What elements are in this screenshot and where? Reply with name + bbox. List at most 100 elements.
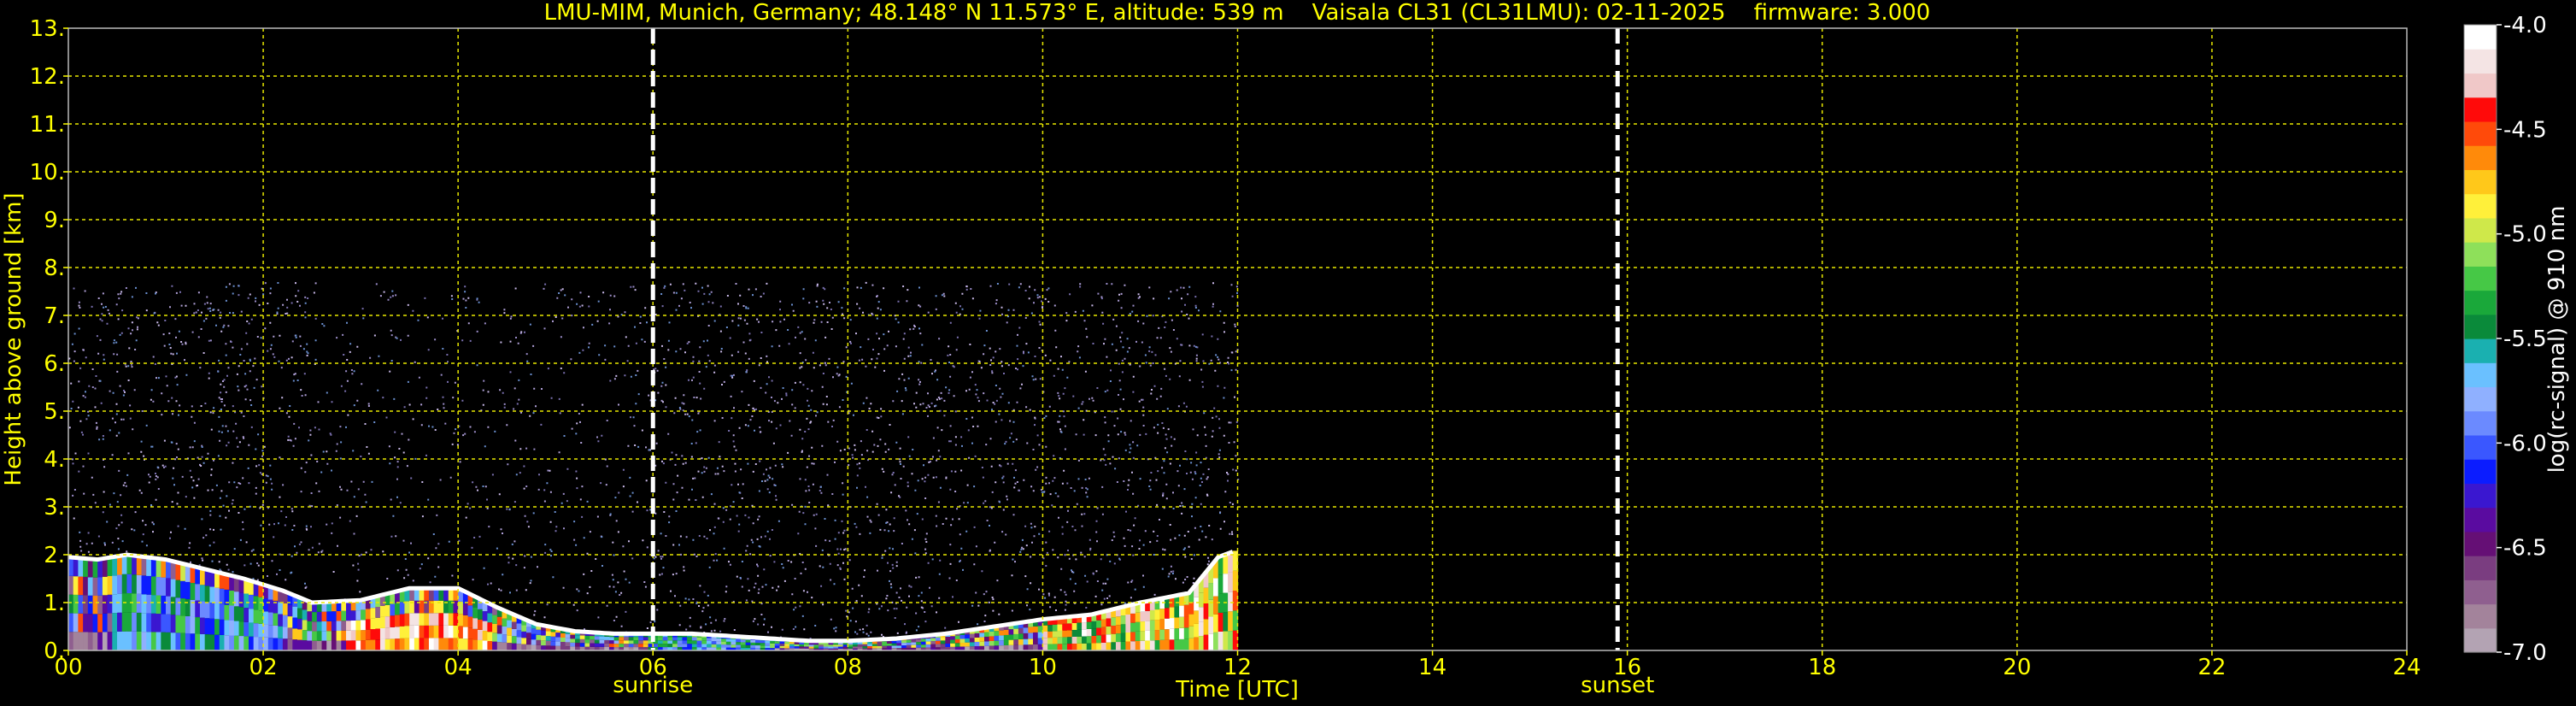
aerosol-cell [779, 645, 785, 649]
aerosol-cell [1062, 644, 1068, 650]
aerosol-cell [1232, 550, 1239, 571]
aerosol-cell [1100, 627, 1107, 635]
aerosol-cell [731, 644, 736, 648]
aerosol-cell [1232, 570, 1239, 591]
aerosol-cell [379, 638, 386, 650]
y-tick-label: 2. [44, 543, 65, 568]
aerosol-cell [472, 607, 478, 619]
aerosol-cell [248, 609, 255, 623]
aerosol-cell [886, 641, 893, 644]
aerosol-cell [292, 617, 298, 629]
aerosol-cell [92, 632, 98, 650]
aerosol-cell [462, 627, 469, 639]
aerosol-cell [1111, 626, 1117, 634]
aerosol-cell [399, 602, 406, 615]
colorbar-tick-label: -4.5 [2503, 117, 2547, 143]
aerosol-cell [940, 644, 946, 648]
colorbar-swatch [2464, 314, 2497, 339]
aerosol-cell [643, 644, 649, 648]
aerosol-cell [244, 608, 249, 622]
aerosol-cell [1106, 618, 1112, 627]
aerosol-cell [97, 614, 103, 632]
aerosol-cell [770, 640, 776, 644]
aerosol-cell [911, 639, 917, 643]
aerosol-cell [541, 635, 547, 641]
aerosol-cell [511, 643, 518, 650]
aerosol-cell [901, 645, 907, 649]
aerosol-cell [1077, 636, 1083, 644]
aerosol-cell [989, 631, 995, 637]
aerosol-cell [1208, 616, 1214, 634]
aerosol-cell [87, 595, 94, 615]
aerosol-cell [1174, 606, 1180, 618]
aerosol-cell [657, 640, 664, 644]
aerosol-cell [361, 640, 367, 650]
aerosol-cell [624, 640, 630, 644]
aerosol-cell [112, 594, 118, 614]
aerosol-cell [107, 576, 113, 595]
colorbar-swatch [2464, 580, 2497, 605]
aerosol-cell [979, 645, 985, 650]
aerosol-cell [282, 603, 289, 615]
x-tick-label: 08 [834, 655, 862, 680]
aerosol-cell [97, 559, 103, 578]
aerosol-cell [307, 640, 313, 650]
aerosol-cell [974, 641, 980, 646]
aerosol-cell [507, 627, 513, 636]
aerosol-cell [721, 638, 727, 642]
aerosol-cell [112, 556, 118, 576]
aerosol-cell [448, 638, 455, 650]
aerosol-cell [536, 644, 542, 650]
aerosol-cell [1115, 633, 1122, 643]
aerosol-cell [662, 637, 668, 641]
aerosol-cell [477, 619, 484, 630]
aerosol-cell [1047, 631, 1053, 638]
aerosol-cell [1154, 620, 1160, 631]
aerosol-cell [462, 603, 469, 615]
colorbar-swatch [2464, 266, 2497, 291]
aerosol-cell [419, 613, 425, 626]
aerosol-cell [1023, 632, 1029, 639]
aerosol-cell [555, 637, 561, 642]
aerosol-cell [667, 637, 673, 641]
aerosol-cell [404, 626, 410, 638]
aerosol-cell [195, 633, 201, 650]
aerosol-cell [78, 632, 84, 650]
aerosol-cell [925, 644, 931, 648]
aerosol-cell [979, 641, 985, 646]
aerosol-cell [925, 638, 931, 642]
aerosol-cell [1218, 612, 1223, 632]
aerosol-cell [725, 638, 732, 642]
aerosol-cell [1125, 632, 1131, 642]
aerosol-cell [940, 637, 946, 641]
aerosol-cell [87, 558, 94, 578]
aerosol-cell [560, 637, 566, 642]
aerosol-cell [1115, 625, 1122, 634]
aerosol-cell [1057, 630, 1063, 638]
aerosol-cell [662, 644, 668, 648]
x-tick-label: 10 [1029, 655, 1057, 680]
aerosol-cell [502, 626, 508, 635]
aerosol-cell [784, 644, 790, 646]
aerosol-cell [404, 638, 410, 650]
aerosol-cell [965, 634, 971, 638]
aerosol-cell [906, 644, 912, 648]
aerosol-cell [1047, 638, 1053, 644]
aerosol-cell [994, 635, 1000, 641]
aerosol-cell [701, 638, 707, 641]
aerosol-cell [175, 597, 181, 615]
aerosol-cell [365, 619, 372, 630]
aerosol-cell [365, 639, 372, 650]
aerosol-cell [1066, 644, 1073, 650]
aerosol-cell [848, 642, 854, 645]
aerosol-cell [209, 618, 215, 635]
aerosol-cell [443, 613, 449, 626]
aerosol-cell [633, 637, 639, 641]
aerosol-cell [570, 638, 576, 643]
aerosol-cell [989, 640, 995, 646]
aerosol-cell [443, 638, 449, 650]
aerosol-cell [1003, 629, 1010, 635]
colorbar-swatch [2464, 362, 2497, 388]
aerosol-cell [570, 634, 576, 639]
aerosol-cell [1125, 623, 1131, 632]
